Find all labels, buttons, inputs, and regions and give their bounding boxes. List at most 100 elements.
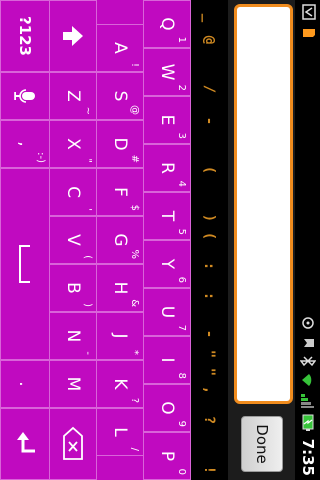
soft-keyboard: Q 1 W 2 E 3 R 4 T 5 Y 6 U 7 I 8 O 9 P 0 A! S @ D # F $ G% H & J * K? L / Z ~…: [0, 0, 191, 480]
clock: 7:35: [299, 438, 317, 476]
symbol-key[interactable]: (: [191, 160, 228, 180]
key-w-hint: 2: [176, 84, 187, 91]
key-k-hint: ?: [129, 397, 140, 403]
symbol-key[interactable]: ": [191, 344, 228, 364]
symbol-key[interactable]: @: [191, 30, 228, 50]
symbol-suggestion-strip: _ @ / -()(:: - " ",?!: [191, 0, 228, 480]
space-key[interactable]: [0, 168, 50, 360]
key-u-hint: 7: [176, 324, 187, 331]
battery-icon: [302, 414, 314, 432]
symbol-key[interactable]: ,: [191, 380, 228, 400]
usb-icon: [302, 4, 316, 20]
key-o[interactable]: O9: [143, 384, 191, 432]
key-h[interactable]: H &: [96, 264, 144, 312]
symbol-key[interactable]: :: [191, 286, 228, 306]
signal-icon: [300, 393, 316, 409]
key-l[interactable]: L /: [96, 408, 144, 456]
smiley-hint: :-): [35, 152, 46, 163]
location-icon: [300, 315, 316, 331]
symbol-key[interactable]: ): [191, 208, 228, 228]
key-p[interactable]: P0: [143, 432, 191, 480]
key-p-hint: 0: [176, 468, 187, 475]
key-y-hint: 6: [176, 276, 187, 283]
key-c[interactable]: C ': [49, 168, 97, 216]
key-d-hint: #: [129, 154, 140, 163]
key-b[interactable]: B): [49, 264, 97, 312]
key-f[interactable]: F $: [96, 168, 144, 216]
backspace-key[interactable]: [49, 408, 97, 480]
key-w[interactable]: W2: [143, 48, 191, 96]
key-g[interactable]: G%: [96, 216, 144, 264]
status-icons-left: [302, 4, 316, 38]
symbol-key[interactable]: !: [191, 460, 228, 480]
symbols-key-label: ?123: [16, 15, 34, 56]
key-s[interactable]: S @: [96, 72, 144, 120]
key-b-hint: ): [82, 303, 93, 307]
symbol-key[interactable]: -: [191, 111, 228, 131]
key-r-hint: 4: [176, 180, 187, 187]
bluetooth-icon: [300, 355, 316, 367]
backspace-key-label: [50, 409, 96, 479]
symbol-key[interactable]: (: [191, 226, 228, 246]
key-m[interactable]: M: [49, 360, 97, 408]
period-key-label: .: [15, 381, 35, 387]
symbol-key[interactable]: /: [191, 79, 228, 99]
key-i-hint: 8: [176, 372, 187, 379]
key-m-label: M: [63, 376, 83, 392]
key-y[interactable]: Y6: [143, 240, 191, 288]
wifi-icon: [300, 372, 316, 388]
shift-key[interactable]: [49, 0, 97, 72]
key-q[interactable]: Q1: [143, 0, 191, 48]
key-n[interactable]: N-: [49, 312, 97, 360]
key-c-hint: ': [82, 208, 93, 211]
backspace-icon: [63, 426, 83, 460]
symbol-key[interactable]: _: [191, 8, 228, 28]
key-q-hint: 1: [176, 36, 187, 43]
key-e-hint: 3: [176, 132, 187, 139]
symbol-key[interactable]: -: [191, 324, 228, 344]
microphone-icon: [14, 89, 35, 103]
key-o-hint: 9: [176, 420, 187, 427]
key-x[interactable]: X ": [49, 120, 97, 168]
comma-key[interactable]: ,:-): [0, 120, 50, 168]
enter-key-label: [1, 409, 49, 479]
key-f-hint: $: [129, 204, 140, 211]
key-i[interactable]: I8: [143, 336, 191, 384]
key-l-hint: /: [129, 447, 140, 451]
symbol-key[interactable]: ": [191, 362, 228, 382]
key-d[interactable]: D #: [96, 120, 144, 168]
key-k[interactable]: K?: [96, 360, 144, 408]
symbol-key[interactable]: :: [191, 256, 228, 276]
key-z-hint: ~: [82, 106, 93, 115]
symbol-key[interactable]: ?: [191, 410, 228, 430]
status-bar: 7:35: [295, 0, 320, 480]
key-e[interactable]: E3: [143, 96, 191, 144]
space-key-label: [1, 169, 49, 359]
shift-key-label: [50, 1, 96, 71]
enter-key[interactable]: [0, 408, 50, 480]
key-t-hint: 5: [176, 228, 187, 235]
key-r[interactable]: R4: [143, 144, 191, 192]
notification-icon: [300, 336, 316, 350]
done-button[interactable]: Done: [241, 416, 283, 472]
microphone-key[interactable]: [0, 72, 50, 120]
status-icons-right: 7:35: [299, 315, 317, 476]
symbols-key[interactable]: ?123: [0, 0, 50, 72]
key-s-hint: @: [129, 105, 140, 115]
microphone-key-label: [1, 73, 49, 119]
key-u[interactable]: U7: [143, 288, 191, 336]
period-key[interactable]: .: [0, 360, 50, 408]
key-j[interactable]: J *: [96, 312, 144, 360]
text-input-field[interactable]: [234, 4, 293, 404]
key-z[interactable]: Z ~: [49, 72, 97, 120]
key-t[interactable]: T5: [143, 192, 191, 240]
sd-card-icon: [302, 28, 316, 38]
key-a[interactable]: A!: [96, 24, 144, 72]
key-h-hint: &: [129, 299, 140, 307]
key-v-hint: (: [82, 255, 93, 259]
space-bar-icon: [19, 245, 30, 283]
key-n-hint: -: [82, 351, 93, 355]
key-v[interactable]: V(: [49, 216, 97, 264]
key-x-hint: ": [82, 158, 93, 163]
enter-arrow-icon: [17, 432, 35, 453]
